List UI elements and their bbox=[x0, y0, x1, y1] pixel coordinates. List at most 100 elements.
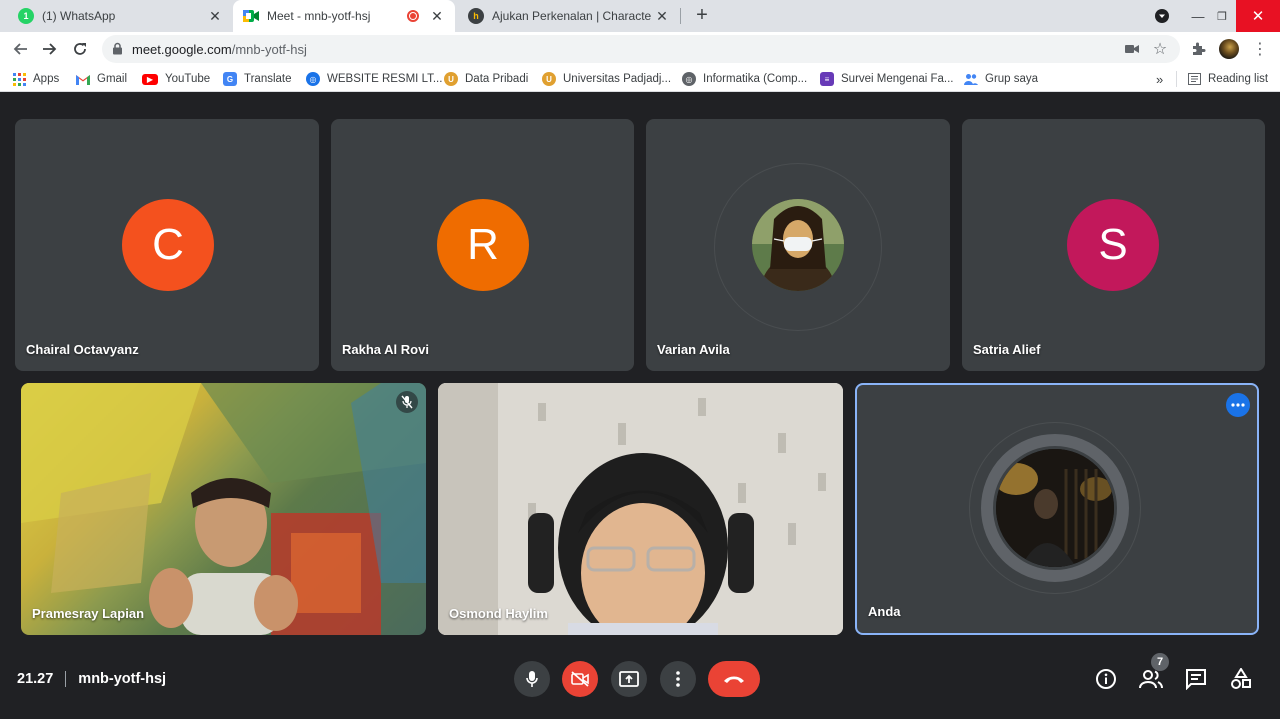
chat-button[interactable] bbox=[1183, 666, 1209, 692]
bookmark-website-resmi[interactable]: ◎ WEBSITE RESMI LT... bbox=[306, 71, 442, 87]
video-frame bbox=[438, 383, 843, 635]
people-icon bbox=[1139, 670, 1163, 689]
translate-icon: G bbox=[223, 72, 237, 86]
bookmark-universitas[interactable]: U Universitas Padjadj... bbox=[542, 71, 671, 87]
info-icon bbox=[1096, 669, 1116, 689]
more-vertical-icon bbox=[676, 671, 680, 687]
participant-avatar: S bbox=[1067, 199, 1159, 291]
video-off-icon bbox=[571, 671, 589, 687]
participant-tile[interactable]: R Rakha Al Rovi bbox=[331, 119, 634, 371]
bookmark-informatika[interactable]: ◎ Informatika (Comp... bbox=[682, 71, 807, 87]
participant-name: Osmond Haylim bbox=[449, 606, 548, 621]
tab-close-icon[interactable]: ✕ bbox=[652, 8, 672, 25]
meeting-code: mnb-yotf-hsj bbox=[78, 671, 167, 687]
bookmark-gmail[interactable]: Gmail bbox=[76, 71, 127, 87]
profile-dropdown-icon[interactable] bbox=[1150, 0, 1174, 32]
close-window-button[interactable]: ✕ bbox=[1236, 0, 1280, 32]
bookmark-divider bbox=[1176, 71, 1177, 87]
bookmark-label: WEBSITE RESMI LT... bbox=[327, 73, 443, 85]
bookmark-label: Translate bbox=[244, 73, 292, 85]
bookmark-survei[interactable]: ≡ Survei Mengenai Fa... bbox=[820, 71, 954, 87]
bookmark-label: Data Pribadi bbox=[465, 73, 529, 85]
participant-name: Pramesray Lapian bbox=[32, 606, 145, 621]
activities-shapes-icon bbox=[1231, 668, 1251, 689]
browser-toolbar: meet.google.com/mnb-yotf-hsj ☆ ⋮ bbox=[0, 32, 1280, 66]
present-screen-button[interactable] bbox=[611, 661, 647, 697]
bookmark-data-pribadi[interactable]: U Data Pribadi bbox=[444, 71, 528, 87]
url-path: /mnb-yotf-hsj bbox=[231, 42, 307, 57]
more-bookmarks-chevron-icon[interactable]: » bbox=[1156, 71, 1163, 87]
muted-mic-icon bbox=[396, 391, 418, 413]
bookmark-youtube[interactable]: ▶ YouTube bbox=[142, 71, 210, 87]
bookmark-star-icon[interactable]: ☆ bbox=[1152, 41, 1168, 58]
bookmark-translate[interactable]: G Translate bbox=[223, 71, 292, 87]
lock-icon[interactable] bbox=[112, 42, 123, 60]
leave-call-button[interactable] bbox=[708, 661, 760, 697]
bookmark-label: Gmail bbox=[97, 73, 128, 85]
url-text[interactable]: meet.google.com/mnb-yotf-hsj bbox=[132, 42, 307, 57]
participant-tile[interactable]: Varian Avila bbox=[646, 119, 950, 371]
tab-close-icon[interactable]: ✕ bbox=[205, 8, 225, 25]
groups-icon bbox=[964, 72, 978, 86]
camera-in-use-icon[interactable] bbox=[1124, 41, 1140, 57]
forward-button[interactable] bbox=[38, 37, 62, 61]
avatar-photo-icon bbox=[752, 199, 844, 291]
university-icon: U bbox=[444, 72, 458, 86]
site-icon: h bbox=[468, 8, 484, 24]
restore-button[interactable]: ❐ bbox=[1208, 0, 1236, 32]
participant-video-tile[interactable]: Pramesray Lapian bbox=[21, 383, 426, 635]
activities-button[interactable] bbox=[1228, 666, 1254, 692]
profile-avatar[interactable] bbox=[1219, 39, 1239, 59]
bookmark-label: YouTube bbox=[165, 73, 211, 85]
participant-name: Anda bbox=[868, 604, 901, 619]
more-options-button[interactable] bbox=[1226, 393, 1250, 417]
youtube-icon: ▶ bbox=[142, 73, 158, 85]
participant-video-tile[interactable]: Osmond Haylim bbox=[438, 383, 843, 635]
reading-list-icon bbox=[1187, 72, 1201, 86]
bookmark-grup-saya[interactable]: Grup saya bbox=[964, 71, 1038, 87]
browser-tab-strip: 1 (1) WhatsApp ✕ Meet - mnb-yotf-hsj ✕ h… bbox=[0, 0, 1280, 32]
reload-button[interactable] bbox=[68, 37, 92, 61]
back-button[interactable] bbox=[8, 37, 32, 61]
tab-whatsapp[interactable]: 1 (1) WhatsApp ✕ bbox=[8, 0, 233, 32]
more-horizontal-icon bbox=[1231, 403, 1245, 407]
meeting-time: 21.27 bbox=[17, 671, 54, 687]
extensions-puzzle-icon[interactable] bbox=[1188, 39, 1208, 59]
reading-list-button[interactable]: Reading list bbox=[1187, 71, 1268, 87]
bookmark-label: Informatika (Comp... bbox=[703, 73, 808, 85]
recording-indicator-icon bbox=[407, 10, 419, 22]
avatar-initial: S bbox=[1098, 220, 1128, 269]
participant-tile[interactable]: C Chairal Octavyanz bbox=[15, 119, 319, 371]
participant-name: Varian Avila bbox=[657, 342, 730, 357]
forms-icon: ≡ bbox=[820, 72, 834, 86]
bookmark-apps[interactable]: Apps bbox=[12, 71, 59, 87]
participant-avatar bbox=[752, 199, 844, 291]
meeting-info-button[interactable] bbox=[1093, 666, 1119, 692]
meeting-details: 21.27 mnb-yotf-hsj bbox=[17, 671, 166, 687]
self-tile[interactable]: Anda bbox=[855, 383, 1259, 635]
url-host: meet.google.com bbox=[132, 42, 232, 57]
tab-character-building[interactable]: h Ajukan Perkenalan | Character Bu ✕ bbox=[458, 0, 680, 32]
microphone-button[interactable] bbox=[514, 661, 550, 697]
tab-meet[interactable]: Meet - mnb-yotf-hsj ✕ bbox=[233, 0, 455, 32]
camera-off-button[interactable] bbox=[562, 661, 598, 697]
meet-icon bbox=[243, 8, 259, 24]
browser-menu-icon[interactable]: ⋮ bbox=[1250, 39, 1270, 59]
participant-name: Rakha Al Rovi bbox=[342, 342, 429, 357]
tab-close-icon[interactable]: ✕ bbox=[427, 8, 447, 25]
more-options-button[interactable] bbox=[660, 661, 696, 697]
bookmark-label: Grup saya bbox=[985, 73, 1039, 85]
address-bar[interactable]: meet.google.com/mnb-yotf-hsj ☆ bbox=[102, 35, 1180, 63]
bookmark-label: Universitas Padjadj... bbox=[563, 73, 672, 85]
apps-grid-icon bbox=[12, 72, 26, 86]
present-icon bbox=[619, 671, 639, 687]
new-tab-button[interactable]: + bbox=[690, 4, 714, 28]
globe-icon: ◎ bbox=[682, 72, 696, 86]
bookmark-label: Apps bbox=[33, 73, 60, 85]
hang-up-icon bbox=[724, 676, 744, 683]
participant-tile[interactable]: S Satria Alief bbox=[962, 119, 1265, 371]
participant-avatar: C bbox=[122, 199, 214, 291]
participant-avatar: R bbox=[437, 199, 529, 291]
gmail-icon bbox=[76, 72, 90, 86]
tab-separator bbox=[680, 8, 681, 24]
